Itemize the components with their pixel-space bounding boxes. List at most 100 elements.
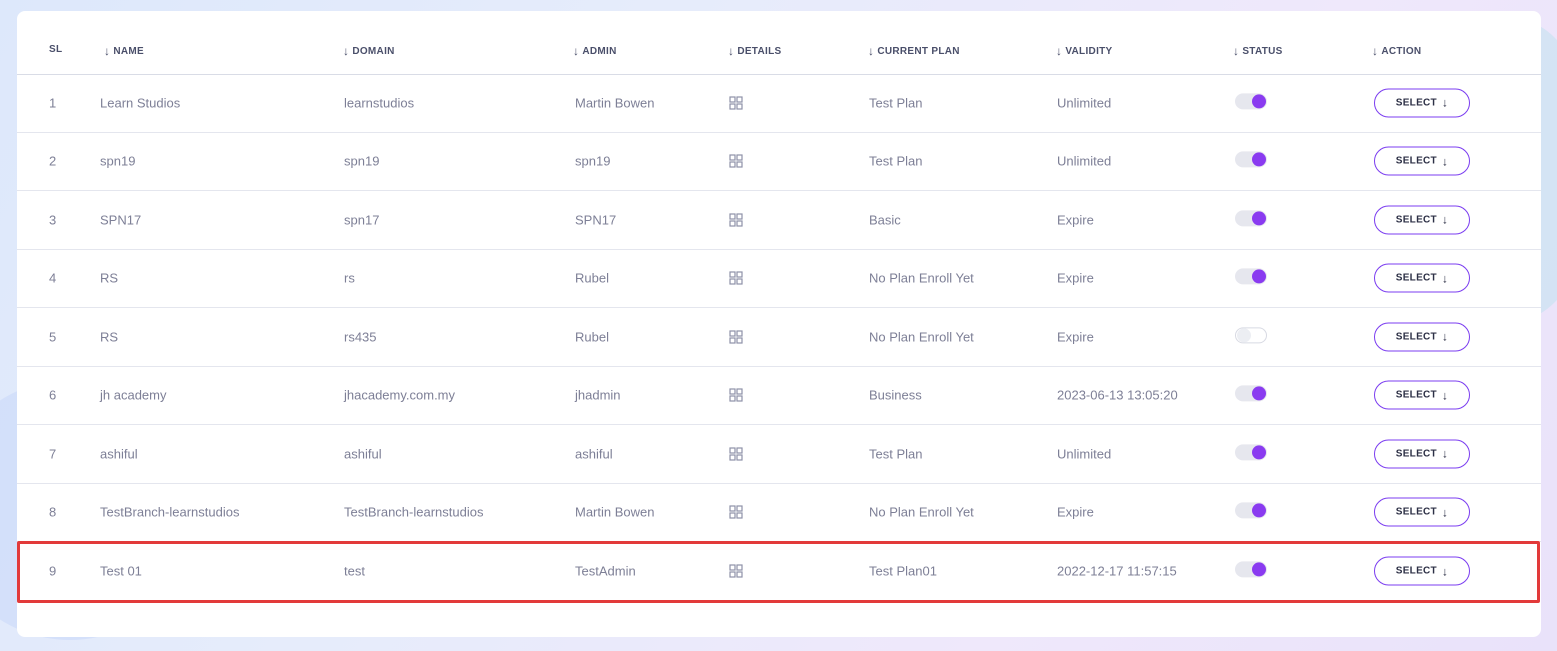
grid-icon[interactable] (729, 505, 743, 519)
toggle-knob (1252, 152, 1266, 167)
grid-icon[interactable] (729, 96, 743, 110)
select-button[interactable]: SELECT ↓ (1374, 263, 1470, 293)
status-toggle[interactable] (1235, 327, 1267, 344)
arrow-down-icon: ↓ (1441, 505, 1449, 520)
cell-sl: 9 (49, 563, 57, 579)
toggle-knob (1252, 386, 1266, 401)
arrow-down-icon: ↓ (343, 44, 350, 58)
cell-admin: Martin Bowen (575, 504, 655, 520)
cell-sl: 8 (49, 504, 57, 520)
grid-icon[interactable] (729, 447, 743, 461)
status-toggle[interactable] (1235, 210, 1267, 227)
toggle-knob (1252, 562, 1266, 577)
grid-icon[interactable] (729, 213, 743, 227)
header-action[interactable]: ↓ ACTION (1372, 44, 1421, 58)
table-row: 6 jh academy jhacademy.com.my jhadmin Busine… (17, 367, 1541, 425)
cell-current-plan: Test Plan (869, 446, 923, 462)
status-toggle[interactable] (1235, 561, 1267, 578)
grid-icon[interactable] (729, 564, 743, 578)
arrow-down-icon: ↓ (1441, 446, 1449, 461)
cell-current-plan: No Plan Enroll Yet (869, 329, 974, 345)
cell-name: jh academy (100, 387, 167, 403)
status-toggle[interactable] (1235, 502, 1267, 519)
select-button[interactable]: SELECT ↓ (1374, 146, 1470, 176)
header-details[interactable]: ↓ DETAILS (728, 44, 781, 58)
cell-sl: 5 (49, 329, 57, 345)
select-button[interactable]: SELECT ↓ (1374, 497, 1470, 527)
table-row: 2 spn19 spn19 spn19 Test Plan Unlimited SELECT… (17, 133, 1541, 191)
select-button[interactable]: SELECT ↓ (1374, 380, 1470, 410)
grid-icon[interactable] (729, 271, 743, 285)
cell-current-plan: Business (869, 387, 922, 403)
cell-domain: rs435 (344, 329, 377, 345)
header-admin[interactable]: ↓ ADMIN (573, 44, 617, 58)
cell-validity: 2023-06-13 13:05:20 (1057, 387, 1178, 403)
cell-current-plan: No Plan Enroll Yet (869, 270, 974, 286)
select-button-label: SELECT (1395, 272, 1437, 284)
cell-validity: Unlimited (1057, 153, 1112, 169)
cell-validity: Unlimited (1057, 446, 1112, 462)
cell-admin: TestAdmin (575, 563, 636, 579)
cell-admin: SPN17 (575, 212, 617, 228)
header-sl: SL (49, 44, 63, 55)
cell-domain: jhacademy.com.my (344, 387, 456, 403)
arrow-down-icon: ↓ (1441, 564, 1449, 579)
toggle-knob (1252, 211, 1266, 226)
cell-sl: 7 (49, 446, 57, 462)
header-domain[interactable]: ↓ DOMAIN (343, 44, 395, 58)
status-toggle[interactable] (1235, 385, 1267, 402)
toggle-knob (1252, 269, 1266, 284)
select-button[interactable]: SELECT ↓ (1374, 439, 1470, 469)
toggle-knob (1252, 445, 1266, 460)
select-button[interactable]: SELECT ↓ (1374, 322, 1470, 352)
cell-validity: Expire (1057, 329, 1094, 345)
cell-name: SPN17 (100, 212, 142, 228)
select-button-label: SELECT (1395, 565, 1437, 577)
cell-domain: TestBranch-learnstudios (344, 504, 484, 520)
header-status[interactable]: ↓ STATUS (1233, 44, 1283, 58)
header-current-plan[interactable]: ↓ CURRENT PLAN (868, 44, 960, 58)
toggle-knob (1237, 328, 1251, 343)
cell-validity: Unlimited (1057, 95, 1112, 111)
toggle-knob (1252, 503, 1266, 518)
cell-name: spn19 (100, 153, 136, 169)
cell-current-plan: Test Plan (869, 95, 923, 111)
select-button-label: SELECT (1395, 448, 1437, 460)
grid-icon[interactable] (729, 330, 743, 344)
header-name[interactable]: ↓ NAME (104, 44, 144, 58)
cell-domain: spn19 (344, 153, 380, 169)
select-button[interactable]: SELECT ↓ (1374, 205, 1470, 235)
status-toggle[interactable] (1235, 268, 1267, 285)
arrow-down-icon: ↓ (1441, 212, 1449, 227)
cell-domain: test (344, 563, 365, 579)
cell-admin: ashiful (575, 446, 613, 462)
cell-domain: spn17 (344, 212, 380, 228)
arrow-down-icon: ↓ (573, 44, 580, 58)
cell-domain: rs (344, 270, 355, 286)
cell-current-plan: No Plan Enroll Yet (869, 504, 974, 520)
cell-validity: Expire (1057, 270, 1094, 286)
cell-admin: Rubel (575, 329, 609, 345)
toggle-knob (1252, 94, 1266, 109)
select-button[interactable]: SELECT ↓ (1374, 88, 1470, 118)
grid-icon[interactable] (729, 388, 743, 402)
cell-name: Test 01 (100, 563, 142, 579)
table-header: SL ↓ NAME ↓ DOMAIN ↓ ADMIN ↓ DETAILS ↓ CURREN… (17, 11, 1541, 75)
cell-name: RS (100, 270, 119, 286)
cell-name: TestBranch-learnstudios (100, 504, 240, 520)
cell-name: RS (100, 329, 119, 345)
cell-name: ashiful (100, 446, 138, 462)
cell-domain: ashiful (344, 446, 382, 462)
select-button[interactable]: SELECT ↓ (1374, 556, 1470, 586)
select-button-label: SELECT (1395, 155, 1437, 167)
cell-sl: 6 (49, 387, 57, 403)
cell-validity: Expire (1057, 504, 1094, 520)
cell-sl: 4 (49, 270, 57, 286)
header-validity[interactable]: ↓ VALIDITY (1056, 44, 1113, 58)
status-toggle[interactable] (1235, 151, 1267, 168)
cell-admin: jhadmin (575, 387, 621, 403)
table-row: 3 SPN17 spn17 SPN17 Basic Expire SELECT ↓ (17, 191, 1541, 250)
status-toggle[interactable] (1235, 444, 1267, 461)
status-toggle[interactable] (1235, 93, 1267, 110)
grid-icon[interactable] (729, 154, 743, 168)
